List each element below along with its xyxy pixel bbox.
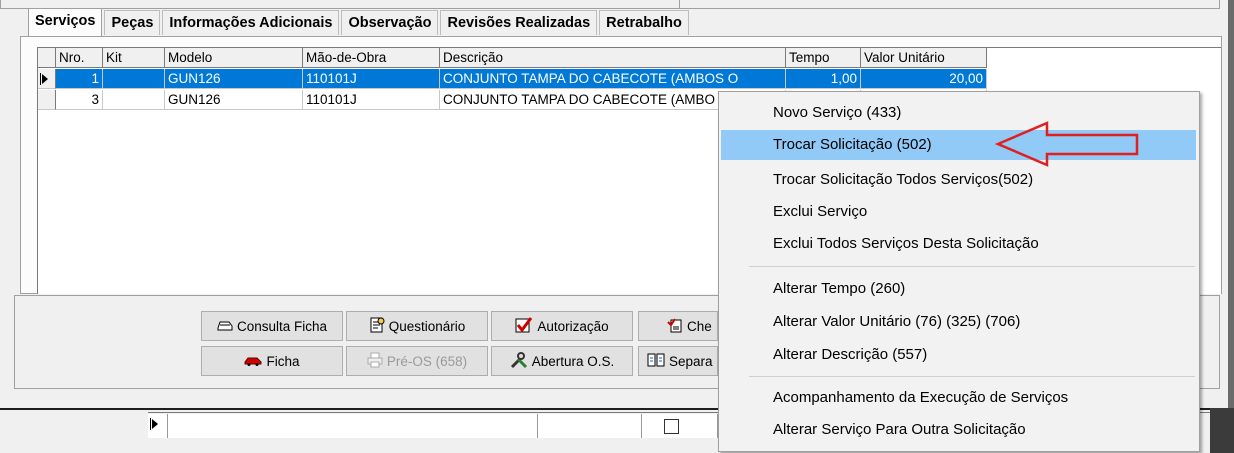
cell-mao-de-obra[interactable]: 110101J <box>303 69 440 89</box>
row-pointer-icon <box>152 419 158 429</box>
acessorio-cell[interactable] <box>642 414 718 438</box>
autorizacao-button[interactable]: Autorização <box>491 311 633 341</box>
row-indicator <box>38 69 56 89</box>
consulta-ficha-label: Consulta Ficha <box>236 318 328 334</box>
car-folder-icon <box>217 318 233 335</box>
menu-item-trocar-solicitacao-todos[interactable]: Trocar Solicitação Todos Serviços(502) <box>721 165 1196 195</box>
header-valor-unitario[interactable]: Valor Unitário <box>861 48 987 68</box>
tab-revisoes-realizadas[interactable]: Revisões Realizadas <box>440 10 598 35</box>
menu-item-alterar-valor-unitario[interactable]: Alterar Valor Unitário (76) (325) (706) <box>721 307 1196 337</box>
menu-item-alterar-descricao[interactable]: Alterar Descrição (557) <box>721 340 1196 370</box>
separa-button[interactable]: Separa <box>638 346 718 376</box>
row-pointer-bar <box>40 73 41 85</box>
campaign-row[interactable] <box>148 414 718 438</box>
cell-tempo[interactable]: 1,00 <box>786 69 861 89</box>
menu-item-exclui-servico[interactable]: Exclui Serviço <box>721 197 1196 227</box>
cell-valor-unitario[interactable]: 20,00 <box>861 69 987 89</box>
ficha-button[interactable]: Ficha <box>201 346 343 376</box>
car-icon <box>244 354 262 369</box>
questionario-label: Questionário <box>388 318 466 334</box>
questionario-button[interactable]: Questionário <box>346 311 488 341</box>
cell-descricao[interactable]: CONJUNTO TAMPA DO CABECOTE (AMBOS O <box>440 69 786 89</box>
menu-item-acompanhamento[interactable]: Acompanhamento da Execução de Serviços <box>721 383 1196 413</box>
top-strip <box>0 0 1220 9</box>
pre-os-label: Pré-OS (658) <box>386 353 468 369</box>
consulta-ficha-button[interactable]: Consulta Ficha <box>201 311 343 341</box>
cell-kit[interactable] <box>103 69 165 89</box>
right-background <box>1210 408 1234 453</box>
header-nro[interactable]: Nro. <box>56 48 103 68</box>
row-pointer-bar <box>150 418 151 430</box>
falhados-cell[interactable] <box>538 414 642 438</box>
cell-nro[interactable]: 1 <box>56 69 103 89</box>
cell-mao-de-obra[interactable]: 110101J <box>303 90 440 110</box>
cell-modelo[interactable]: GUN126 <box>165 69 303 89</box>
ficha-label: Ficha <box>266 353 300 369</box>
header-modelo[interactable]: Modelo <box>165 48 303 68</box>
menu-separator <box>749 376 1195 377</box>
tab-retrabalho[interactable]: Retrabalho <box>599 10 689 35</box>
tab-informacoes-adicionais[interactable]: Informações Adicionais <box>162 10 340 35</box>
campaign-row-indicator <box>148 414 168 438</box>
questionnaire-icon <box>369 317 385 336</box>
header-tempo[interactable]: Tempo <box>786 48 861 68</box>
annotation-arrow-icon <box>995 121 1139 167</box>
campanha-cell[interactable] <box>168 414 538 438</box>
tools-icon <box>510 351 528 372</box>
menu-item-alterar-tempo[interactable]: Alterar Tempo (260) <box>721 274 1196 304</box>
left-background <box>0 410 148 453</box>
split-icon <box>647 352 665 371</box>
tab-observacao[interactable]: Observação <box>341 10 439 35</box>
checkmark-icon <box>515 316 533 336</box>
printer-icon <box>367 352 383 371</box>
cell-modelo[interactable]: GUN126 <box>165 90 303 110</box>
grid-header: Nro. Kit Modelo Mão-de-Obra Descrição Te… <box>38 48 987 69</box>
tab-servicos[interactable]: Serviços <box>28 8 103 36</box>
checklist-icon <box>667 317 683 336</box>
header-mao-de-obra[interactable]: Mão-de-Obra <box>303 48 440 68</box>
header-indicator <box>38 48 56 68</box>
acessorio-checkbox[interactable] <box>664 419 679 434</box>
menu-item-alterar-servico-outra-solicitacao[interactable]: Alterar Serviço Para Outra Solicitação <box>721 415 1196 445</box>
cell-kit[interactable] <box>103 90 165 110</box>
top-strip-divider <box>679 0 680 8</box>
abertura-os-label: Abertura O.S. <box>531 353 615 369</box>
cell-nro[interactable]: 3 <box>56 90 103 110</box>
header-kit[interactable]: Kit <box>103 48 165 68</box>
header-descricao[interactable]: Descrição <box>440 48 786 68</box>
menu-item-exclui-todos-servicos[interactable]: Exclui Todos Serviços Desta Solicitação <box>721 229 1196 259</box>
pre-os-button[interactable]: Pré-OS (658) <box>346 346 488 376</box>
menu-separator <box>749 266 1195 267</box>
che-button[interactable]: Che <box>638 311 718 341</box>
row-indicator <box>38 90 56 110</box>
separa-label: Separa <box>669 353 713 369</box>
tab-bar: Serviços Peças Informações Adicionais Ob… <box>28 8 691 36</box>
che-label: Che <box>687 318 712 334</box>
autorizacao-label: Autorização <box>537 318 609 334</box>
abertura-os-button[interactable]: Abertura O.S. <box>491 346 633 376</box>
row-pointer-icon <box>42 74 48 84</box>
tab-pecas[interactable]: Peças <box>104 10 161 35</box>
table-row[interactable]: 1 GUN126 110101J CONJUNTO TAMPA DO CABEC… <box>38 69 987 90</box>
